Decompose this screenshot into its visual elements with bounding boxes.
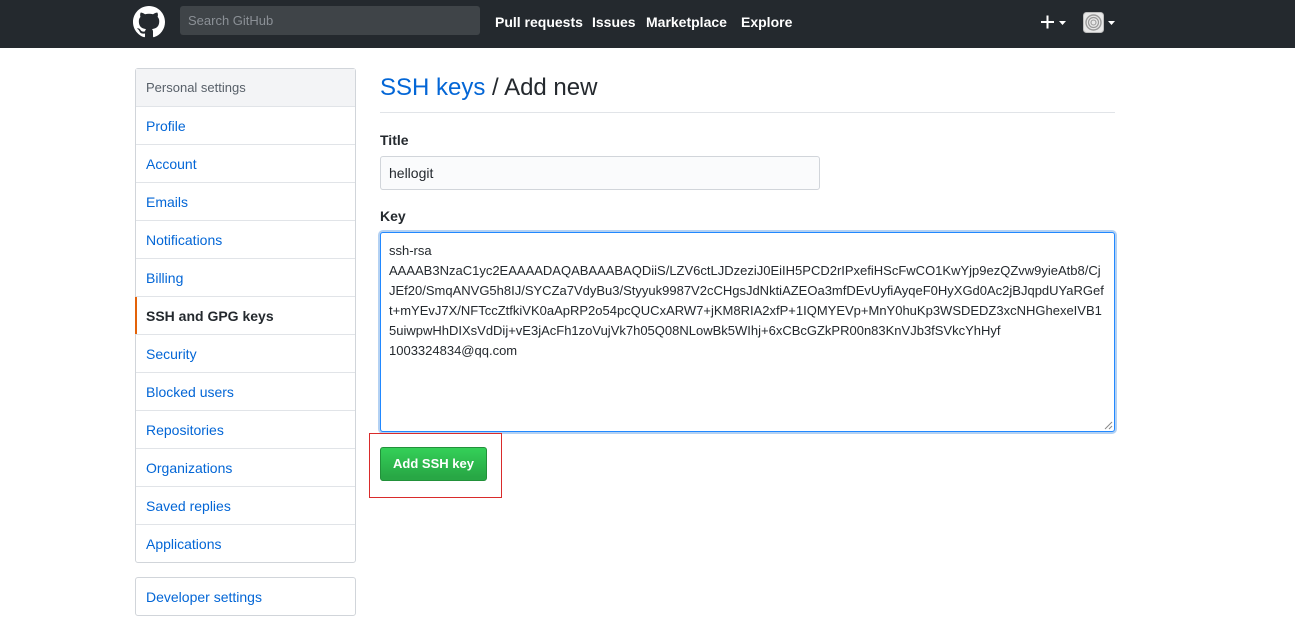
key-textarea[interactable]: ssh-rsa AAAAB3NzaC1yc2EAAAADAQABAAABAQDi… [380,232,1115,432]
avatar[interactable] [1083,12,1117,34]
sidebar-item-account[interactable]: Account [136,145,355,183]
breadcrumb-ssh-keys[interactable]: SSH keys [380,74,485,101]
add-ssh-key-button[interactable]: Add SSH key [380,447,487,481]
title-divider [380,112,1115,113]
nav-pull-requests[interactable]: Pull requests [495,14,583,30]
page-title-text: Add new [504,74,598,101]
developer-settings-menu: Developer settings [135,577,356,616]
page-title: SSH keys / Add new [380,74,597,102]
caret-down-icon [1059,21,1066,25]
sidebar-item-blocked-users[interactable]: Blocked users [136,373,355,411]
sidebar-item-applications[interactable]: Applications [136,525,355,562]
top-header: Search GitHub Pull requests Issues Marke… [0,0,1295,48]
breadcrumb-separator: / [492,74,499,101]
nav-marketplace[interactable]: Marketplace [646,14,727,30]
sidebar-item-repositories[interactable]: Repositories [136,411,355,449]
sidebar-item-security[interactable]: Security [136,335,355,373]
github-logo-icon[interactable] [133,6,165,38]
title-label: Title [380,132,409,148]
nav-explore[interactable]: Explore [741,14,792,30]
personal-settings-menu: Personal settings Profile Account Emails… [135,68,356,563]
menu-heading: Personal settings [136,69,355,107]
sidebar-item-developer-settings[interactable]: Developer settings [136,578,355,615]
search-placeholder: Search GitHub [188,13,274,28]
key-label: Key [380,208,406,224]
sidebar-item-profile[interactable]: Profile [136,107,355,145]
sidebar-item-notifications[interactable]: Notifications [136,221,355,259]
sidebar-item-saved-replies[interactable]: Saved replies [136,487,355,525]
resize-grip-icon[interactable] [1103,420,1113,430]
sidebar-item-emails[interactable]: Emails [136,183,355,221]
nav-issues[interactable]: Issues [592,14,636,30]
sidebar-item-organizations[interactable]: Organizations [136,449,355,487]
sidebar-item-ssh-gpg-keys[interactable]: SSH and GPG keys [135,297,355,335]
sidebar-item-billing[interactable]: Billing [136,259,355,297]
plus-icon[interactable] [1040,12,1068,32]
search-input[interactable]: Search GitHub [180,6,480,35]
title-input[interactable]: hellogit [380,156,820,190]
